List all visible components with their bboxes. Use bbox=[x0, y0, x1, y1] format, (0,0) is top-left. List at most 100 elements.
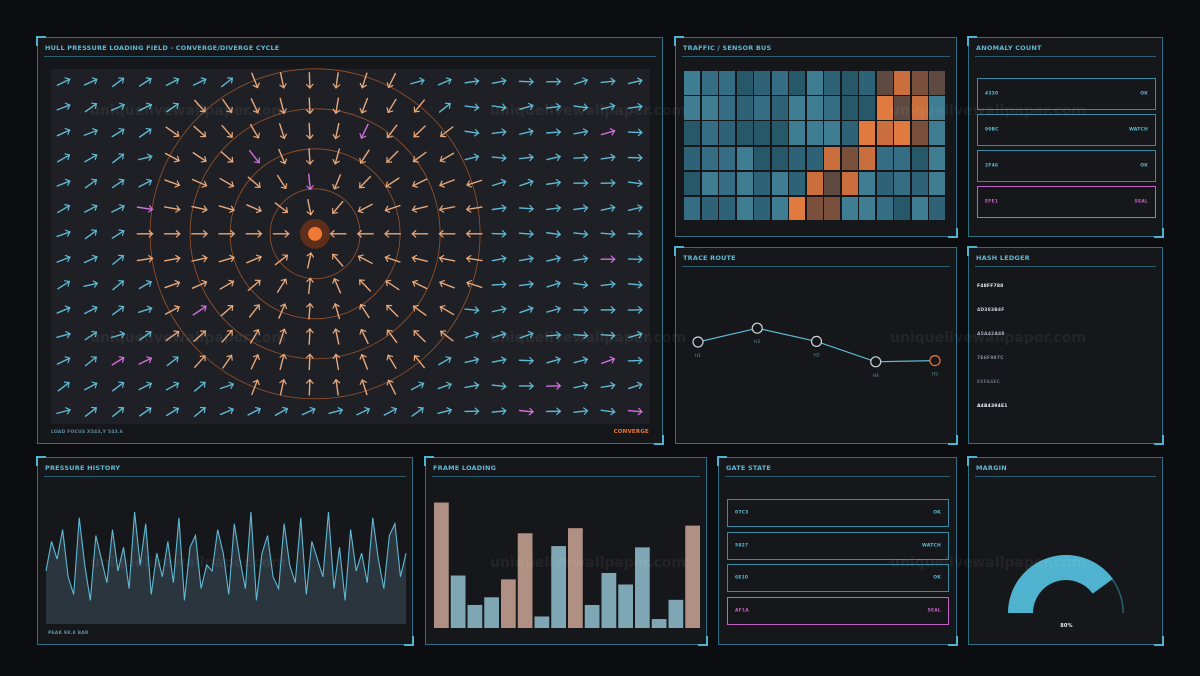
field-vector bbox=[519, 178, 534, 187]
anomaly-row[interactable]: 4330 OK bbox=[977, 78, 1156, 110]
field-vector bbox=[413, 125, 426, 138]
field-vector bbox=[518, 77, 534, 86]
field-vector bbox=[573, 281, 589, 289]
heatmap-cell bbox=[894, 146, 911, 171]
field-vector bbox=[491, 255, 507, 263]
field-vector bbox=[84, 330, 98, 341]
field-vector bbox=[165, 330, 180, 342]
trace-node bbox=[929, 354, 941, 367]
field-vector bbox=[332, 200, 344, 214]
heatmap-cell bbox=[771, 196, 788, 221]
heatmap-cell bbox=[929, 171, 946, 196]
hash-ledger-panel: HASH LEDGER F48FF788 4D383B4F A5A42A48 7… bbox=[967, 246, 1164, 445]
field-vector bbox=[194, 99, 206, 113]
field-vector bbox=[84, 381, 98, 391]
gate-status: OK bbox=[933, 575, 941, 581]
field-vector bbox=[56, 407, 71, 415]
heatmap-cell bbox=[771, 146, 788, 171]
field-vector bbox=[56, 229, 71, 238]
field-vector bbox=[84, 178, 98, 189]
anomaly-title: ANOMALY COUNT bbox=[976, 44, 1042, 52]
field-vector bbox=[384, 230, 402, 238]
field-vector bbox=[627, 154, 643, 162]
field-vector bbox=[573, 356, 589, 364]
heatmap-cell bbox=[876, 71, 893, 95]
heatmap-cell bbox=[841, 196, 858, 221]
field-vector bbox=[386, 304, 399, 317]
heatmap-cell bbox=[806, 121, 823, 145]
heatmap-cell bbox=[859, 71, 876, 95]
field-vector bbox=[218, 254, 235, 263]
field-vector bbox=[276, 278, 288, 293]
field-vector bbox=[384, 204, 401, 213]
field-vector bbox=[491, 178, 507, 187]
frame-bar bbox=[467, 604, 483, 628]
anomaly-row[interactable]: 2F46 OK bbox=[977, 150, 1156, 182]
field-vector bbox=[413, 99, 425, 113]
field-vector bbox=[546, 153, 561, 161]
heatmap-cell bbox=[841, 171, 858, 196]
field-vector bbox=[272, 230, 290, 238]
field-vector bbox=[627, 102, 643, 111]
anomaly-key: EFE1 bbox=[985, 199, 999, 205]
gate-status: WATCH bbox=[921, 543, 941, 549]
field-vector bbox=[165, 406, 180, 417]
field-vector bbox=[437, 407, 452, 415]
field-vector bbox=[305, 353, 314, 371]
vector-field bbox=[56, 68, 643, 418]
field-vector bbox=[627, 280, 643, 289]
heatmap-cell bbox=[789, 121, 806, 145]
field-vector bbox=[600, 407, 616, 416]
field-vector bbox=[600, 77, 616, 86]
field-vector bbox=[600, 255, 616, 263]
pressure-history-title: PRESSURE HISTORY bbox=[45, 464, 121, 472]
anomaly-panel: ANOMALY COUNT 4330 OK 90BC WATCH 2F46 OK… bbox=[967, 36, 1164, 238]
heatmap-cell bbox=[911, 171, 928, 196]
gate-row[interactable]: AF1A SEAL bbox=[727, 597, 949, 625]
heatmap-cell bbox=[911, 196, 928, 221]
field-vector bbox=[193, 330, 207, 342]
field-vector bbox=[491, 382, 507, 390]
field-vector bbox=[222, 354, 233, 369]
field-vector bbox=[56, 128, 71, 137]
anomaly-row[interactable]: EFE1 SEAL bbox=[977, 186, 1156, 218]
anomaly-row[interactable]: 90BC WATCH bbox=[977, 114, 1156, 146]
heatmap-cell bbox=[789, 71, 806, 95]
field-vector bbox=[111, 127, 125, 138]
heatmap-cell bbox=[911, 96, 928, 120]
heatmap-cell bbox=[701, 71, 718, 95]
field-vector bbox=[111, 305, 125, 316]
field-vector bbox=[332, 253, 344, 267]
field-vector bbox=[491, 280, 507, 289]
gate-row[interactable]: 07C3 OK bbox=[727, 499, 949, 527]
margin-percent: 80% bbox=[1060, 623, 1073, 629]
gate-row[interactable]: 5927 WATCH bbox=[727, 532, 949, 560]
field-vector bbox=[305, 378, 314, 396]
heatmap-cell bbox=[824, 171, 841, 196]
heatmap-cell bbox=[771, 96, 788, 120]
heatmap-cell bbox=[894, 96, 911, 120]
heatmap-cell bbox=[894, 121, 911, 145]
field-vector bbox=[306, 122, 314, 140]
frame-bar bbox=[685, 525, 700, 628]
anomaly-status: OK bbox=[1140, 91, 1148, 97]
field-vector bbox=[249, 329, 260, 344]
heatmap-cell bbox=[911, 121, 928, 145]
field-vector bbox=[194, 355, 206, 368]
field-vector bbox=[546, 254, 561, 263]
field-vector bbox=[138, 356, 153, 365]
field-vector bbox=[466, 280, 483, 288]
field-vector bbox=[245, 230, 263, 238]
gate-row[interactable]: 6E10 OK bbox=[727, 564, 949, 592]
frame-loading-chart bbox=[434, 502, 700, 628]
heatmap-cell bbox=[719, 121, 736, 145]
field-vector bbox=[111, 204, 125, 213]
heatmap-cell bbox=[824, 196, 841, 221]
field-vector bbox=[466, 254, 483, 263]
field-vector bbox=[138, 102, 153, 112]
field-vector bbox=[627, 204, 643, 212]
field-vector bbox=[279, 353, 287, 371]
field-vector bbox=[573, 331, 589, 340]
field-vector bbox=[412, 151, 427, 163]
field-vector bbox=[411, 254, 429, 263]
